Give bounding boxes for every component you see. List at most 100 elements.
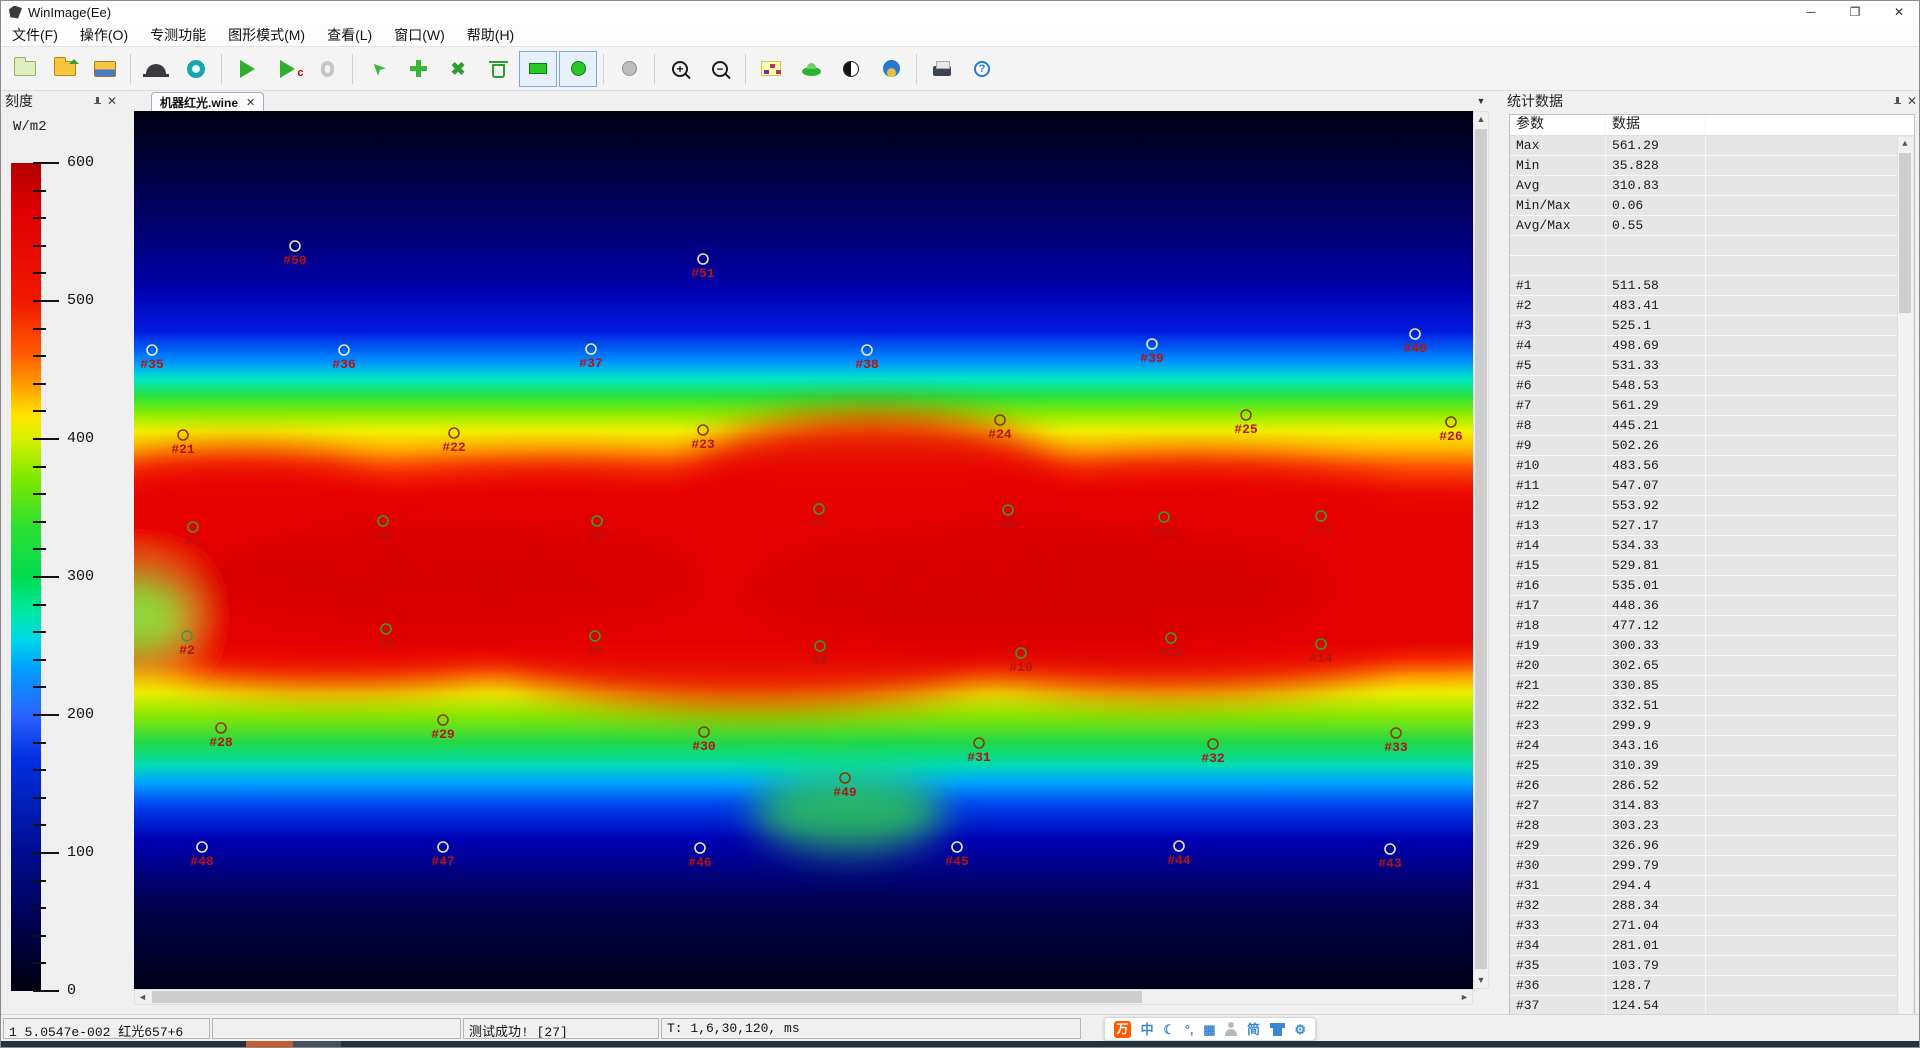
rect-tool-button[interactable]: [519, 51, 557, 87]
vscroll-thumb[interactable]: [1475, 129, 1487, 969]
pin-icon[interactable]: [1893, 97, 1902, 106]
table-row[interactable]: #3525.1: [1510, 316, 1914, 336]
tab-list-dropdown-icon[interactable]: ▼: [1473, 94, 1489, 109]
blob-tool-button[interactable]: [792, 51, 830, 87]
heatmap-vscrollbar[interactable]: ▲ ▼: [1473, 111, 1489, 989]
taskbar-item[interactable]: [246, 1041, 293, 1048]
simplified-icon[interactable]: 简: [1247, 1023, 1260, 1036]
table-row[interactable]: #2483.41: [1510, 296, 1914, 316]
run-button[interactable]: [228, 51, 266, 87]
table-row[interactable]: #15529.81: [1510, 556, 1914, 576]
keyboard-icon[interactable]: ▦: [1203, 1023, 1215, 1036]
menu-item-graph-mode[interactable]: 图形模式(M): [217, 23, 316, 47]
maximize-button[interactable]: ❐: [1833, 1, 1877, 23]
circle-disabled-button[interactable]: [610, 51, 648, 87]
add-point-button[interactable]: [399, 51, 437, 87]
zoom-in-button[interactable]: +: [661, 51, 699, 87]
heatmap-viewport[interactable]: #50#51#35#36#37#38#39#40#21#22#23#24#25#…: [134, 111, 1473, 989]
save-button[interactable]: [86, 51, 124, 87]
table-row[interactable]: #12553.92: [1510, 496, 1914, 516]
table-row[interactable]: #34281.01: [1510, 936, 1914, 956]
scroll-left-icon[interactable]: ◄: [135, 990, 150, 1004]
new-file-button[interactable]: [6, 51, 44, 87]
table-row[interactable]: #37124.54: [1510, 996, 1914, 1015]
table-row[interactable]: Min35.828: [1510, 156, 1914, 176]
statistics-panel-close-icon[interactable]: ✕: [1907, 95, 1917, 107]
table-row[interactable]: #27314.83: [1510, 796, 1914, 816]
table-row[interactable]: #31294.4: [1510, 876, 1914, 896]
select-cursor-button[interactable]: ➤: [359, 51, 397, 87]
table-row[interactable]: #26286.52: [1510, 776, 1914, 796]
tab-active-document[interactable]: 机器红光.wine ✕: [151, 92, 264, 111]
statistics-scrollbar[interactable]: ▲: [1897, 137, 1913, 1015]
table-row[interactable]: #18477.12: [1510, 616, 1914, 636]
table-row[interactable]: #17448.36: [1510, 596, 1914, 616]
table-row[interactable]: #4498.69: [1510, 336, 1914, 356]
table-row[interactable]: #36128.7: [1510, 976, 1914, 996]
print-button[interactable]: [923, 51, 961, 87]
ellipse-tool-button[interactable]: [559, 51, 597, 87]
menu-item-help[interactable]: 帮助(H): [456, 23, 525, 47]
table-row[interactable]: #16535.01: [1510, 576, 1914, 596]
table-row[interactable]: #1511.58: [1510, 276, 1914, 296]
menu-item-file[interactable]: 文件(F): [1, 23, 69, 47]
scroll-up-icon[interactable]: ▲: [1474, 112, 1488, 127]
table-row[interactable]: #9502.26: [1510, 436, 1914, 456]
sogou-logo-icon[interactable]: 万: [1114, 1021, 1131, 1038]
menu-item-view[interactable]: 查看(L): [316, 23, 383, 47]
table-row[interactable]: #10483.56: [1510, 456, 1914, 476]
punctuation-icon[interactable]: °,: [1185, 1023, 1194, 1036]
table-row[interactable]: #24343.16: [1510, 736, 1914, 756]
table-row[interactable]: #20302.65: [1510, 656, 1914, 676]
contrast-button[interactable]: [832, 51, 870, 87]
table-row[interactable]: #25310.39: [1510, 756, 1914, 776]
run-continuous-button[interactable]: [268, 51, 306, 87]
table-row[interactable]: #21330.85: [1510, 676, 1914, 696]
taskbar-item[interactable]: [293, 1041, 341, 1048]
table-row[interactable]: [1510, 236, 1914, 256]
table-row[interactable]: #30299.79: [1510, 856, 1914, 876]
table-row[interactable]: #8445.21: [1510, 416, 1914, 436]
table-row[interactable]: [1510, 256, 1914, 276]
table-row[interactable]: #23299.9: [1510, 716, 1914, 736]
zoom-out-button[interactable]: −: [701, 51, 739, 87]
person-icon[interactable]: [1225, 1022, 1237, 1036]
lamp-button[interactable]: [137, 51, 175, 87]
pin-icon[interactable]: [93, 97, 102, 106]
minimize-button[interactable]: ─: [1789, 1, 1833, 23]
help-button[interactable]: ?: [963, 51, 1001, 87]
stats-scroll-thumb[interactable]: [1899, 153, 1911, 313]
table-row[interactable]: #6548.53: [1510, 376, 1914, 396]
tab-close-icon[interactable]: ✕: [246, 96, 255, 109]
topology-button[interactable]: [752, 51, 790, 87]
table-row[interactable]: #33271.04: [1510, 916, 1914, 936]
table-row[interactable]: #11547.07: [1510, 476, 1914, 496]
table-row[interactable]: #32288.34: [1510, 896, 1914, 916]
hscroll-thumb[interactable]: [152, 991, 1142, 1003]
table-row[interactable]: #5531.33: [1510, 356, 1914, 376]
heatmap-canvas[interactable]: #50#51#35#36#37#38#39#40#21#22#23#24#25#…: [134, 111, 1473, 989]
skin-icon[interactable]: [1270, 1023, 1285, 1036]
clear-points-button[interactable]: [479, 51, 517, 87]
menu-item-operation[interactable]: 操作(O): [69, 23, 139, 47]
scroll-right-icon[interactable]: ►: [1457, 990, 1472, 1004]
table-row[interactable]: #35103.79: [1510, 956, 1914, 976]
device-settings-button[interactable]: [177, 51, 215, 87]
close-button[interactable]: ✕: [1877, 1, 1920, 23]
table-row[interactable]: #28303.23: [1510, 816, 1914, 836]
table-row[interactable]: #22332.51: [1510, 696, 1914, 716]
scroll-down-icon[interactable]: ▼: [1474, 973, 1488, 988]
open-file-button[interactable]: [46, 51, 84, 87]
table-row[interactable]: Avg310.83: [1510, 176, 1914, 196]
table-row[interactable]: #13527.17: [1510, 516, 1914, 536]
delete-point-button[interactable]: ✖: [439, 51, 477, 87]
table-row[interactable]: Min/Max0.06: [1510, 196, 1914, 216]
scroll-up-icon[interactable]: ▲: [1898, 137, 1912, 151]
moon-icon[interactable]: ☾: [1163, 1023, 1175, 1036]
menu-item-special-test[interactable]: 专测功能: [139, 23, 217, 47]
scene-view-button[interactable]: [872, 51, 910, 87]
table-row[interactable]: Max561.29: [1510, 136, 1914, 156]
settings-icon[interactable]: ⚙: [1294, 1023, 1306, 1036]
table-row[interactable]: #14534.33: [1510, 536, 1914, 556]
menu-item-window[interactable]: 窗口(W): [383, 23, 456, 47]
